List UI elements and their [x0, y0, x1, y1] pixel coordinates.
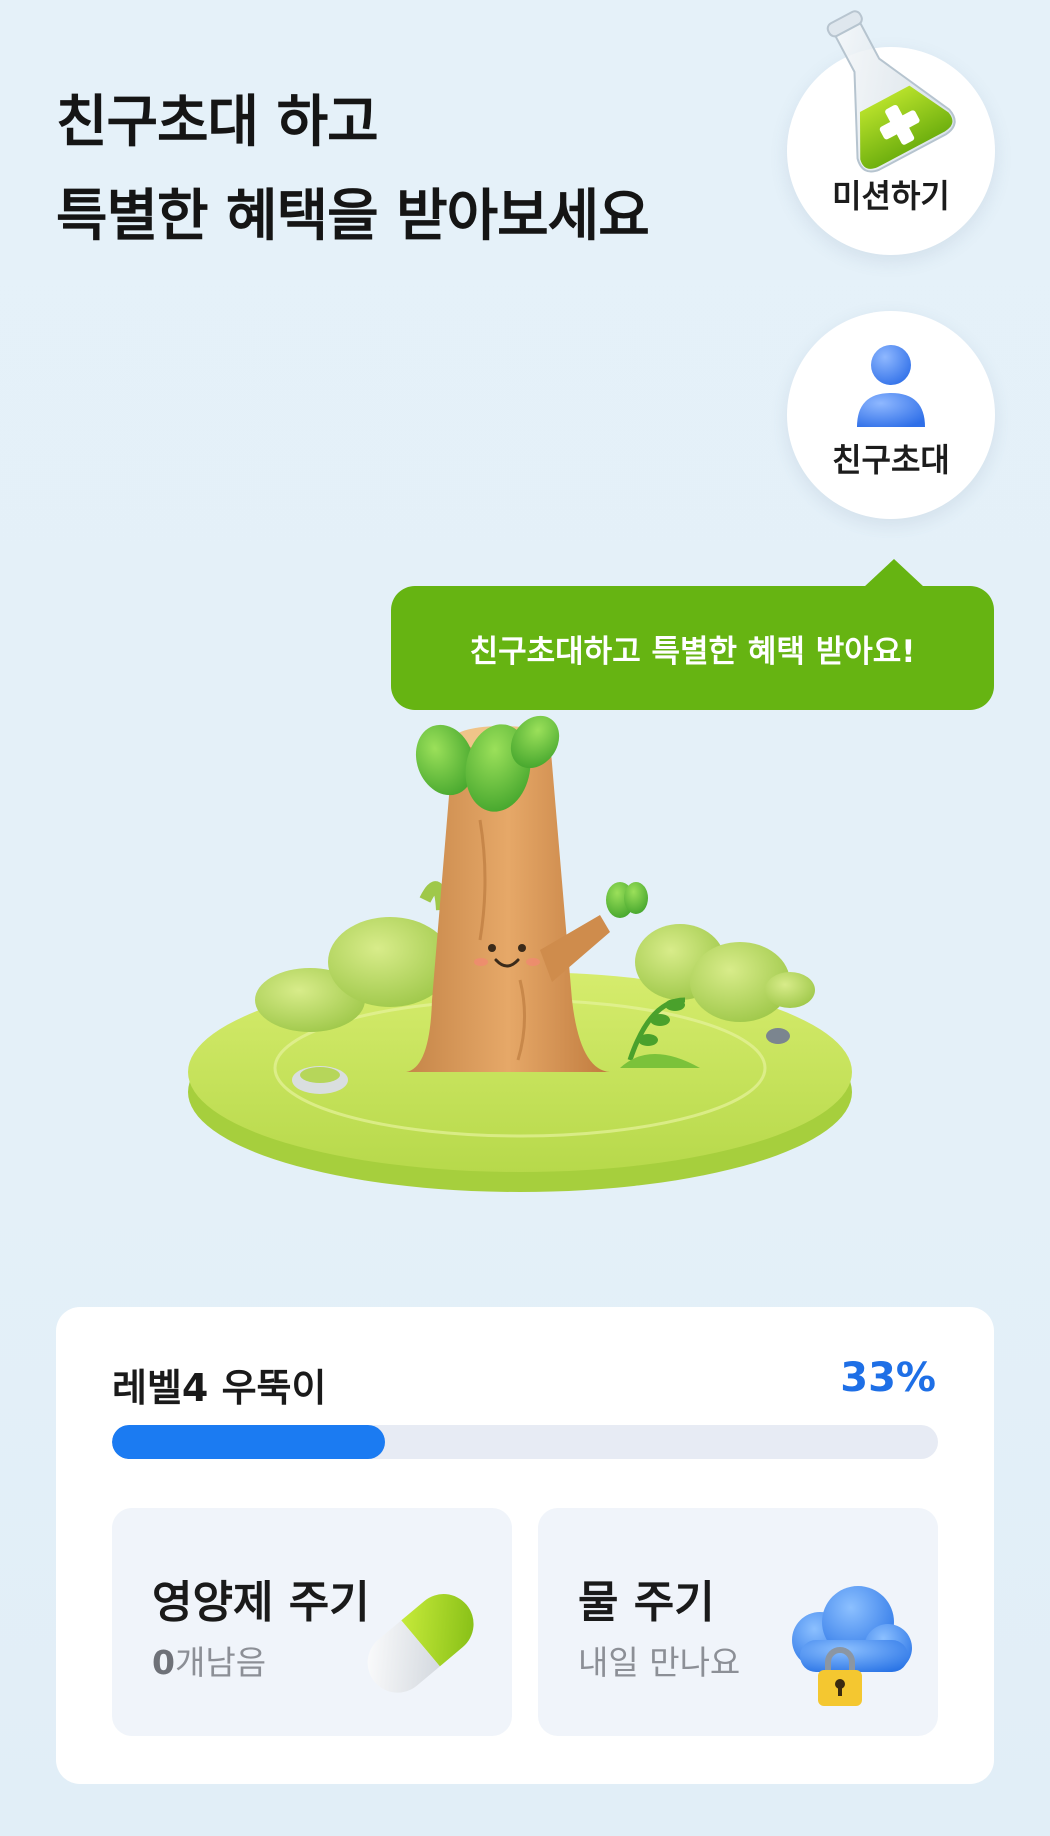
nutrient-remaining-suffix: 개남음: [174, 1643, 267, 1682]
give-nutrient-title: 영양제 주기: [152, 1577, 370, 1628]
tree-character-illustration: [188, 715, 852, 1192]
invite-tooltip: 친구초대하고 특별한 혜택 받아요!: [391, 559, 994, 710]
nutrient-remaining: 0개남음: [152, 1636, 266, 1684]
give-water-title: 물 주기: [578, 1577, 715, 1628]
give-nutrient-button[interactable]: 영양제 주기 0개남음: [112, 1508, 512, 1736]
level-progress-fill: [112, 1425, 385, 1459]
give-water-button[interactable]: 물 주기 내일 만나요: [538, 1508, 938, 1736]
headline-line-1: 친구초대 하고: [56, 90, 379, 155]
page-headline: 친구초대 하고 특별한 혜택을 받아보세요: [56, 76, 650, 264]
level-card: 레벨4 우뚝이 33% 영양제 주기 0개남음 물 주기 내일 만나요: [56, 1307, 994, 1784]
nutrient-count: 0: [152, 1643, 175, 1682]
flask-plus-icon: [826, 10, 956, 173]
level-title: 레벨4 우뚝이: [112, 1366, 327, 1410]
locked-cloud-icon: [792, 1586, 912, 1706]
headline-line-2: 특별한 혜택을 받아보세요: [56, 184, 650, 249]
level-percent: 33%: [840, 1355, 936, 1401]
give-water-subtext: 내일 만나요: [578, 1643, 741, 1682]
mission-button-label: 미션하기: [832, 177, 950, 215]
tooltip-text: 친구초대하고 특별한 혜택 받아요!: [469, 633, 916, 670]
invite-friend-button-label: 친구초대: [832, 441, 950, 479]
level-progress-bar: [112, 1425, 938, 1459]
pill-icon: [367, 1594, 474, 1693]
person-icon: [857, 345, 925, 427]
invite-friend-button[interactable]: 친구초대: [787, 311, 995, 519]
